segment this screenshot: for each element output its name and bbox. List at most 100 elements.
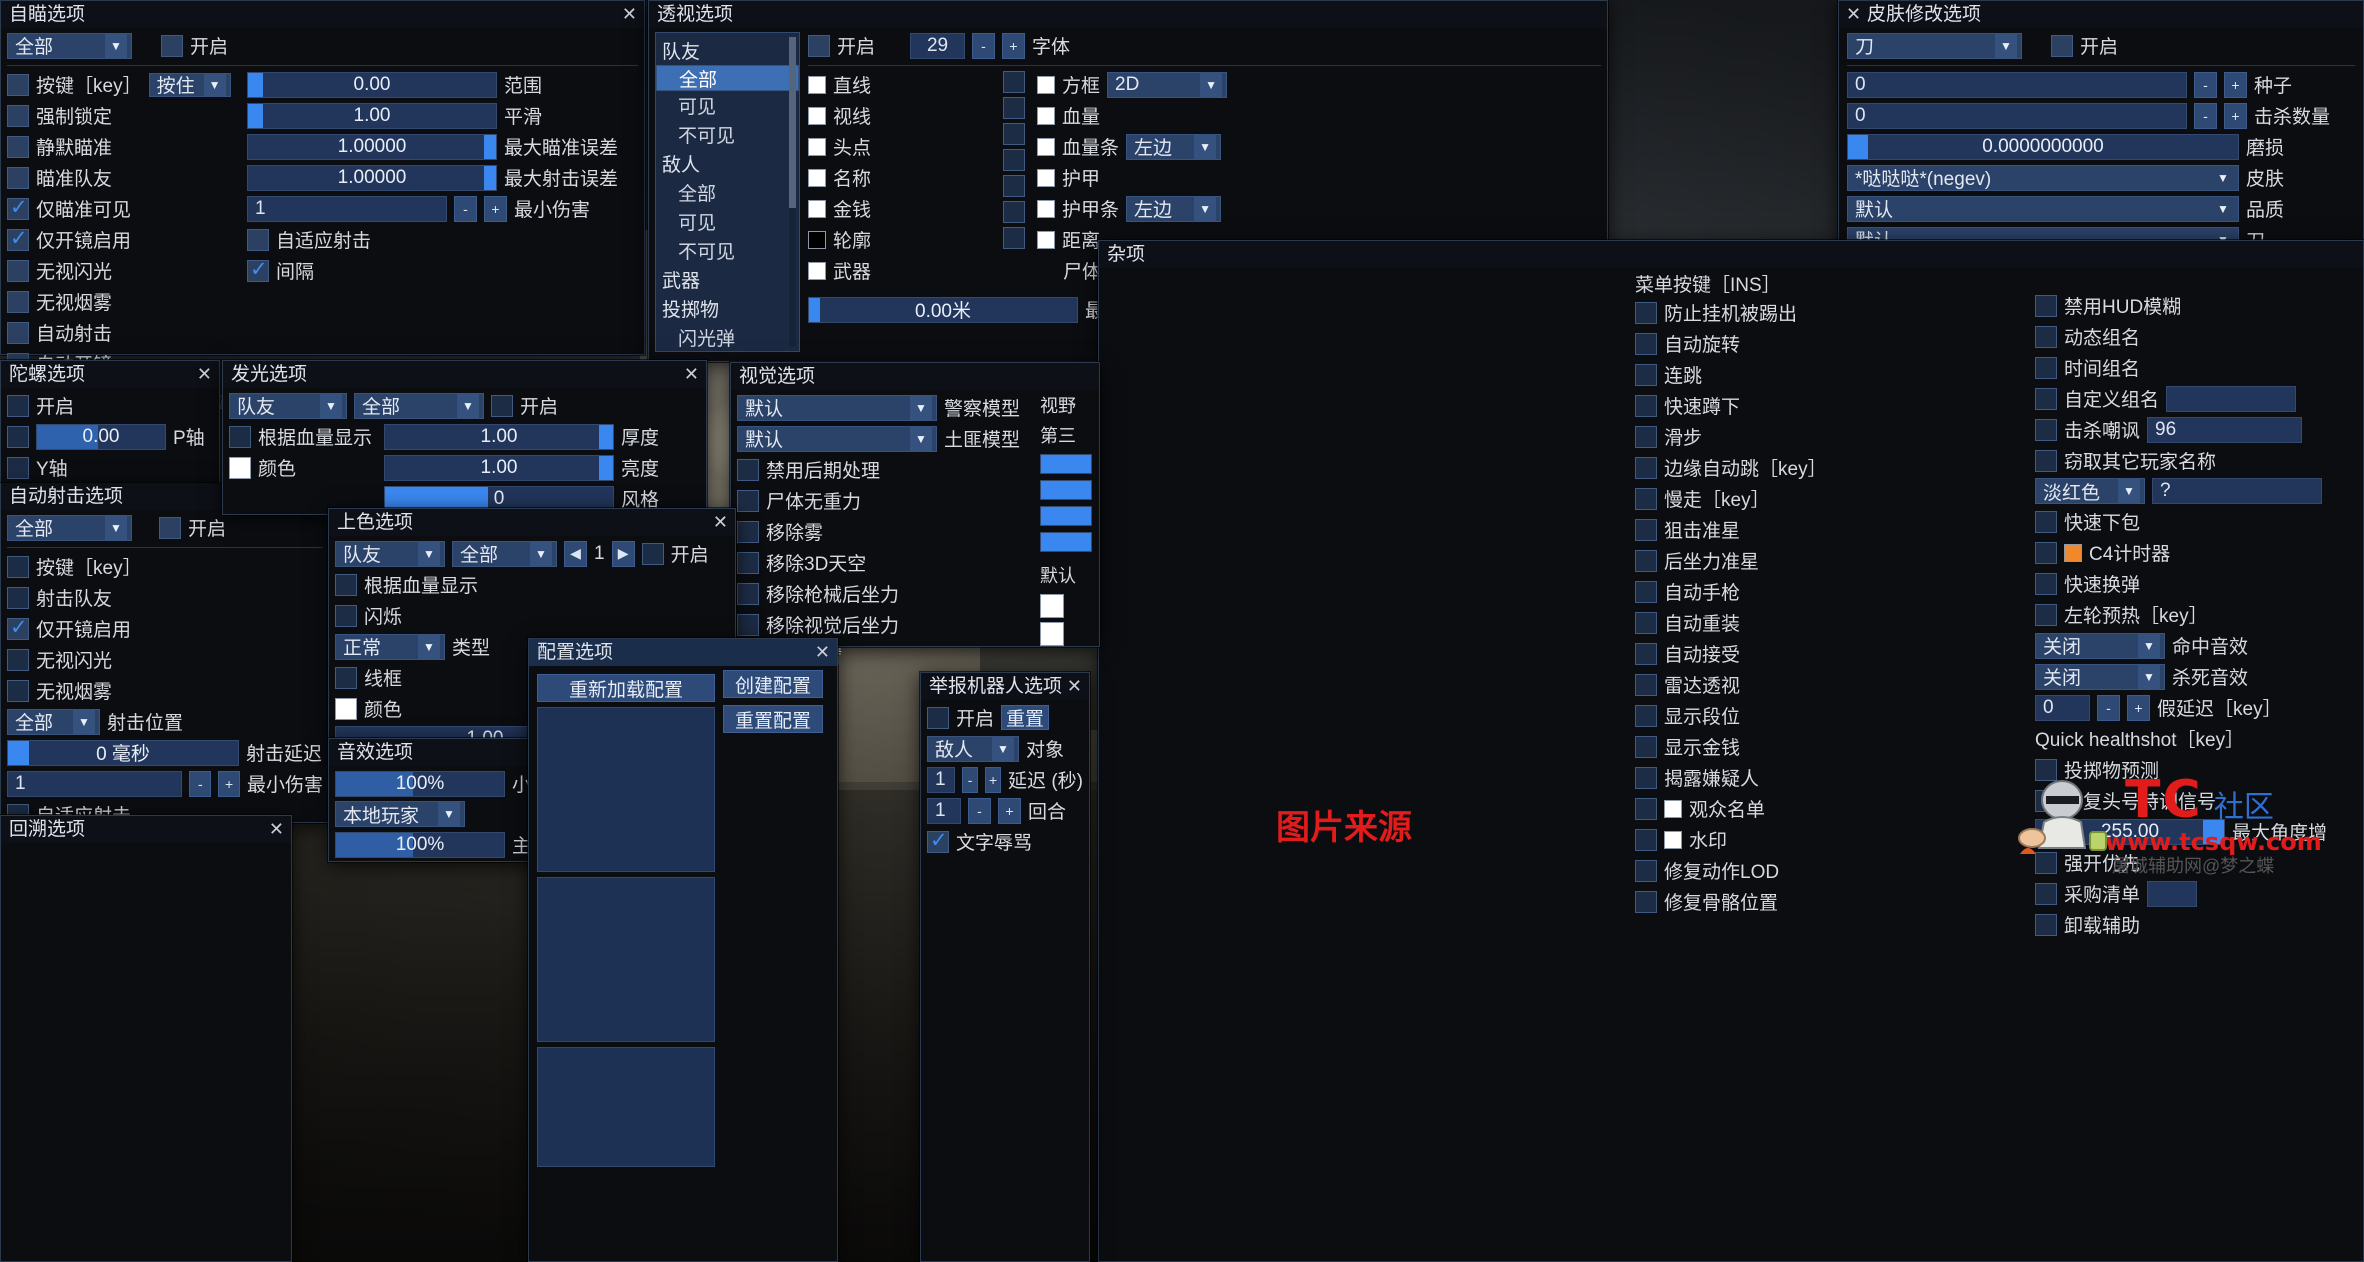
esp-distance-slider[interactable]: 0.00米 <box>808 296 1078 323</box>
aimbot-enable-checkbox[interactable] <box>161 34 183 57</box>
glow-target-select[interactable]: 队友 ▼ <box>229 392 347 419</box>
esp-name-color-swatch[interactable] <box>808 168 826 187</box>
esp-option-teammate-all[interactable]: 全部 <box>656 65 799 91</box>
esp-option-enemy-all[interactable]: 全部 <box>656 178 799 207</box>
visual-terror-model-select[interactable]: 默认 ▼ <box>737 425 937 452</box>
chams-wireframe-checkbox[interactable] <box>335 666 357 689</box>
visual-police-model-select[interactable]: 默认 ▼ <box>737 394 937 421</box>
close-icon[interactable]: ✕ <box>622 1 637 28</box>
aimbot-adaptive-checkbox[interactable] <box>247 228 269 251</box>
misc-revolverprefire-checkbox[interactable] <box>2035 603 2057 626</box>
autofire-ignoresmoke-checkbox[interactable] <box>7 679 29 702</box>
misc-slidewalk-checkbox[interactable] <box>1635 425 1657 448</box>
gyro-window[interactable]: 陀螺选项 ✕ 开启 0.00 P轴 Y轴 <box>0 360 220 485</box>
glow-enable-checkbox[interactable] <box>491 394 513 417</box>
aimbot-option-row[interactable]: 静默瞄准 <box>7 133 247 160</box>
glow-color-swatch[interactable] <box>229 456 251 479</box>
esp-font-plus-button[interactable]: + <box>1002 32 1026 59</box>
esp-armorbar-side-select[interactable]: 左边 ▼ <box>1126 195 1222 222</box>
aimbot-silent-checkbox[interactable] <box>7 135 29 158</box>
misc-disablehudblur-checkbox[interactable] <box>2035 294 2057 317</box>
misc-customclan-checkbox[interactable] <box>2035 387 2057 410</box>
esp-distance-color-swatch[interactable] <box>1037 230 1055 249</box>
misc-customclan-input[interactable] <box>2166 385 2297 412</box>
misc-spectatorlist-color-swatch[interactable] <box>1664 799 1682 818</box>
backtrack-window[interactable]: 回溯选项 ✕ <box>0 815 292 1262</box>
skin-quality-select[interactable]: 默认 ▼ <box>1847 195 2239 222</box>
misc-radaresp-checkbox[interactable] <box>1635 673 1657 696</box>
skin-seed-minus-button[interactable]: - <box>2194 71 2217 98</box>
esp-healthbar-color-swatch[interactable] <box>1037 137 1055 156</box>
config-list-2[interactable] <box>537 877 715 1042</box>
glow-byhealth-checkbox[interactable] <box>229 425 251 448</box>
misc-fixbones-checkbox[interactable] <box>1635 890 1657 913</box>
misc-clancolor-input[interactable]: ? <box>2152 478 2322 504</box>
aimbot-option-row[interactable]: 仅开镜启用 <box>7 226 247 253</box>
esp-box-color-swatch[interactable] <box>1037 75 1055 94</box>
esp-box-type-select[interactable]: 2D ▼ <box>1107 71 1228 98</box>
esp-distance-checkbox[interactable] <box>1003 201 1025 223</box>
misc-slowwalk-checkbox[interactable] <box>1635 487 1657 510</box>
misc-watermark-checkbox[interactable] <box>1635 828 1657 851</box>
reportbot-rounds-minus-button[interactable]: - <box>968 797 991 824</box>
misc-timeclan-checkbox[interactable] <box>2035 356 2057 379</box>
glow-filter-select[interactable]: 全部 ▼ <box>354 392 484 419</box>
reportbot-reset-button[interactable]: 重置 <box>1001 705 1050 730</box>
config-reset-button[interactable]: 重置配置 <box>723 705 823 733</box>
misc-fastplant-checkbox[interactable] <box>2035 510 2057 533</box>
visual-removevisualrecoil-checkbox[interactable] <box>737 613 759 636</box>
reportbot-enable-checkbox[interactable] <box>927 706 949 729</box>
chams-enable-checkbox[interactable] <box>641 542 664 565</box>
autofire-scopeonly-checkbox[interactable] <box>7 615 29 640</box>
close-icon[interactable]: ✕ <box>1846 1 1861 28</box>
aimbot-option-row[interactable]: 仅瞄准可见 <box>7 195 247 222</box>
glow-brightness-slider[interactable]: 1.00 <box>384 454 614 481</box>
visual-removefog-checkbox[interactable] <box>737 520 759 543</box>
close-icon[interactable]: ✕ <box>1067 673 1082 700</box>
gyro-p-checkbox[interactable] <box>7 425 29 448</box>
aimbot-maxfireerror-slider[interactable]: 1.00000 <box>247 164 497 191</box>
misc-maxangle-slider[interactable]: 255.00 <box>2035 818 2225 845</box>
visual-right-sliders[interactable]: 视野 第三 默认 <box>1040 392 1098 646</box>
esp-box-checkbox[interactable] <box>1003 71 1025 93</box>
glow-thickness-slider[interactable]: 1.00 <box>384 423 614 450</box>
reportbot-rounds-plus-button[interactable]: + <box>998 797 1021 824</box>
misc-watermark-color-swatch[interactable] <box>1664 830 1682 849</box>
misc-killtaunt-input[interactable]: 96 <box>2147 416 2303 443</box>
misc-spectatorlist-checkbox[interactable] <box>1635 797 1657 820</box>
misc-fakelag-input[interactable]: 0 <box>2035 694 2090 721</box>
sound-source-select[interactable]: 本地玩家 ▼ <box>335 801 465 827</box>
skin-wear-slider[interactable]: 0.0000000000 <box>1847 133 2239 160</box>
chams-byhealth-checkbox[interactable] <box>335 573 357 596</box>
aimbot-key-mode-select[interactable]: 按住 ▼ <box>148 72 231 97</box>
aimbot-mindamage-plus-button[interactable]: + <box>484 195 507 222</box>
close-icon[interactable]: ✕ <box>684 361 699 388</box>
sound-master-slider[interactable]: 100% <box>335 770 505 797</box>
config-list-3[interactable] <box>537 1047 715 1167</box>
aimbot-weapon-select[interactable]: 全部 ▼ <box>7 32 132 59</box>
close-icon[interactable]: ✕ <box>269 816 284 843</box>
aimbot-ignoresmoke-checkbox[interactable] <box>7 290 29 313</box>
aimbot-mindamage-minus-button[interactable]: - <box>454 195 477 222</box>
misc-autospin-checkbox[interactable] <box>1635 332 1657 355</box>
esp-armorbar-color-swatch[interactable] <box>1037 199 1055 218</box>
aimbot-autofire-checkbox[interactable] <box>7 321 29 344</box>
aimbot-option-row[interactable]: 自动射击 <box>7 319 247 346</box>
aimbot-option-row[interactable]: 无视闪光 <box>7 257 247 284</box>
misc-fastcrouch-checkbox[interactable] <box>1635 394 1657 417</box>
misc-fakelag-plus-button[interactable]: + <box>2127 694 2150 721</box>
aimbot-option-row[interactable]: 瞄准队友 <box>7 164 247 191</box>
misc-showmoney-checkbox[interactable] <box>1635 735 1657 758</box>
sound-second-slider[interactable]: 100% <box>335 831 505 858</box>
config-create-button[interactable]: 创建配置 <box>723 670 823 698</box>
misc-fixdangerzone-checkbox[interactable] <box>2035 789 2057 812</box>
chams-prev-button[interactable]: ◀ <box>564 540 587 567</box>
autofire-team-checkbox[interactable] <box>7 586 29 609</box>
aimbot-range-slider[interactable]: 0.00 <box>247 71 497 98</box>
aimbot-interval-row[interactable]: 间隔 <box>247 257 632 284</box>
misc-autoaccept-checkbox[interactable] <box>1635 642 1657 665</box>
close-icon[interactable]: ✕ <box>197 361 212 388</box>
close-icon[interactable]: ✕ <box>815 639 830 666</box>
misc-unload-checkbox[interactable] <box>2035 913 2057 936</box>
misc-forcepriority-checkbox[interactable] <box>2035 851 2057 874</box>
